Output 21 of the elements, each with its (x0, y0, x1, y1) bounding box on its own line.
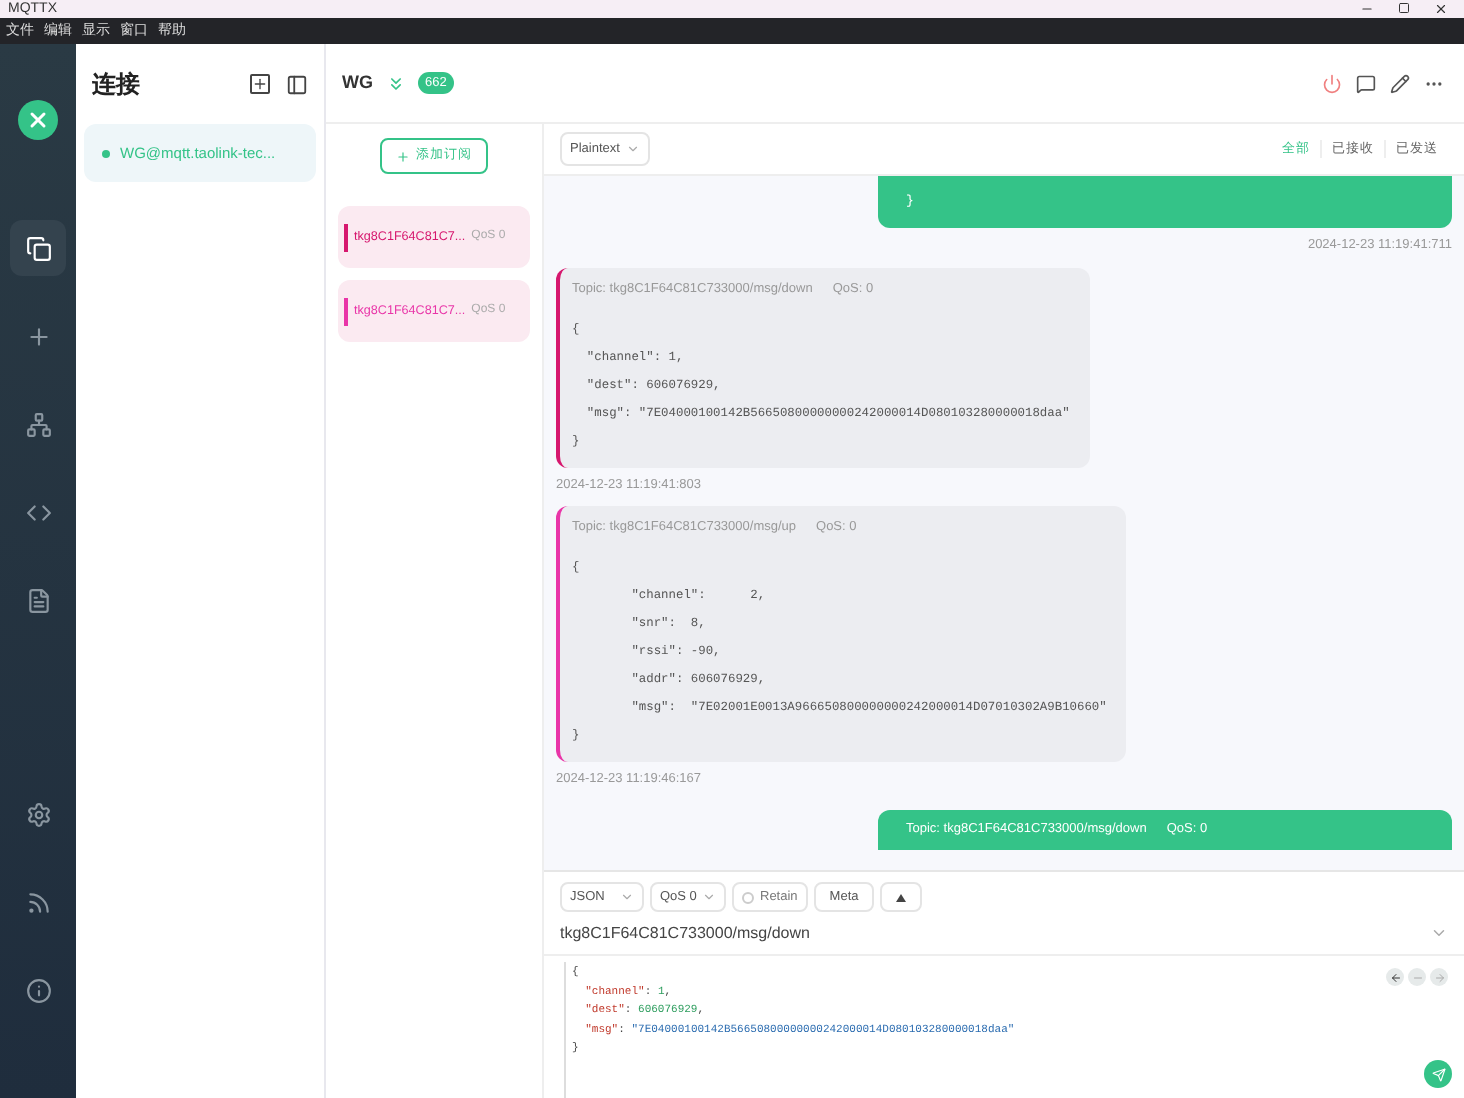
chevron-down-icon (625, 142, 640, 156)
connection-title: WG (342, 69, 373, 96)
add-icon[interactable] (250, 73, 270, 93)
back-icon[interactable] (1386, 968, 1404, 986)
send-icon (1431, 1067, 1445, 1081)
chevron-down-icon (620, 890, 634, 904)
panel-icon[interactable] (286, 73, 308, 95)
chat-icon[interactable] (1356, 73, 1376, 93)
triangle-up-icon (896, 893, 907, 901)
panel-title: 连接 (92, 68, 140, 102)
expand-button[interactable] (880, 882, 923, 912)
edit-icon[interactable] (1390, 73, 1410, 93)
app-logo-icon (18, 100, 58, 140)
power-icon[interactable] (1322, 73, 1342, 93)
maximize-icon[interactable] (1398, 2, 1410, 14)
topic-input[interactable]: tkg8C1F64C81C733000/msg/down (560, 921, 810, 945)
plus-icon (396, 149, 410, 163)
connections-icon[interactable] (10, 220, 66, 276)
close-icon[interactable] (1434, 2, 1448, 16)
chevron-down-icon (702, 890, 716, 904)
minimize-icon[interactable] (1360, 2, 1374, 16)
